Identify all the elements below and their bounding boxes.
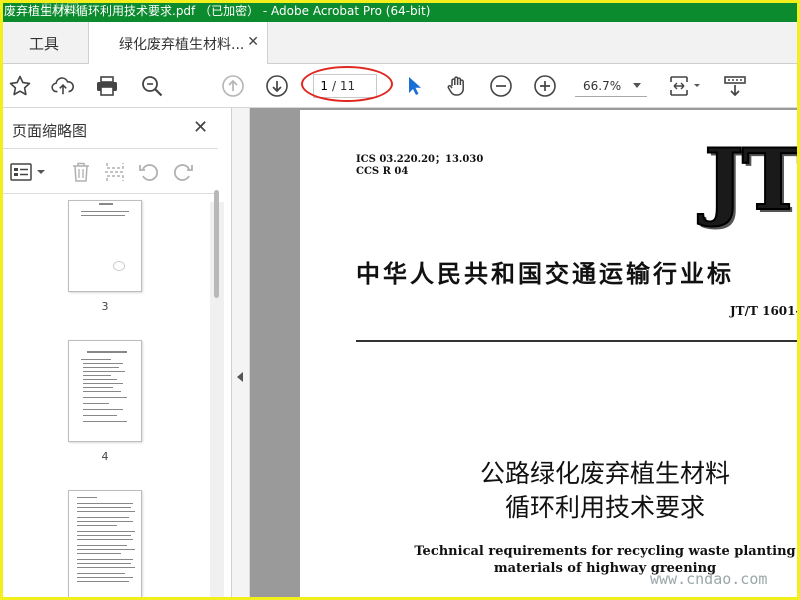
close-panel-icon[interactable]: ✕ (193, 117, 208, 138)
thumbnails-panel: 页面缩略图 ✕ 3 4 (0, 108, 232, 600)
standard-code: JT/T 1601- (730, 304, 800, 318)
zoom-in-icon[interactable] (533, 74, 557, 98)
tab-tools[interactable]: 工具 (0, 22, 88, 64)
fit-page-icon[interactable] (668, 74, 704, 98)
red-annotation-circle (301, 66, 393, 102)
scrollbar-thumb[interactable] (214, 190, 219, 298)
cloud-upload-icon[interactable] (51, 74, 75, 98)
print-icon[interactable] (95, 74, 119, 98)
chevron-down-icon (633, 83, 641, 88)
pdf-page[interactable]: ICS 03.220.20；13.030 CCS R 04 JT 中华人民共和国… (300, 110, 800, 600)
ics-code: ICS 03.220.20；13.030 (356, 154, 484, 165)
rotate-right-icon[interactable] (172, 161, 194, 183)
select-cursor-icon[interactable] (402, 74, 426, 98)
jt-logo: JT (703, 130, 800, 229)
tab-bar: 工具 绿化废弃植生材料... ✕ (0, 22, 800, 65)
zoom-search-icon[interactable] (140, 74, 164, 98)
document-title-line2: 循环利用技术要求 (504, 493, 705, 522)
star-icon[interactable] (8, 74, 32, 98)
previous-page-icon[interactable] (221, 74, 245, 98)
thumbnail-label: 3 (101, 300, 109, 313)
page-thumbnail[interactable] (68, 490, 142, 600)
window-title-bar: 废弃植生材料循环利用技术要求.pdf （已加密） - Adobe Acrobat… (0, 0, 800, 22)
panel-title: 页面缩略图 (12, 122, 88, 140)
page-thumbnail[interactable] (68, 340, 142, 442)
watermark-top-left: 自林网 (40, 2, 80, 17)
tab-document-label: 绿化废弃植生材料... (119, 36, 245, 53)
zoom-level-select[interactable]: 66.7% (575, 75, 647, 97)
thumbnail-list: 3 4 (0, 194, 210, 600)
next-page-icon[interactable] (265, 74, 289, 98)
chevron-left-icon (237, 372, 243, 382)
english-title-line1: Technical requirements for recycling was… (414, 544, 796, 559)
page-thumbnail[interactable] (68, 200, 142, 292)
rotate-left-icon[interactable] (138, 161, 160, 183)
zoom-out-icon[interactable] (489, 74, 513, 98)
issuing-authority: 中华人民共和国交通运输行业标 (356, 259, 734, 288)
zoom-level-value: 66.7% (583, 78, 622, 93)
watermark-bottom-right: www.cndao.com (650, 570, 768, 588)
header-rule (356, 340, 800, 342)
close-tab-icon[interactable]: ✕ (247, 34, 259, 50)
tab-document[interactable]: 绿化废弃植生材料... ✕ (88, 22, 268, 65)
read-mode-icon[interactable] (723, 74, 747, 98)
hand-tool-icon[interactable] (445, 74, 469, 98)
thumbnail-label: 4 (101, 450, 109, 463)
extract-page-icon[interactable] (104, 161, 126, 183)
panel-collapse-handle[interactable] (232, 108, 250, 600)
thumbnail-options-icon[interactable] (10, 161, 50, 183)
document-title-line1: 公路绿化废弃植生材料 (479, 459, 730, 488)
panel-toolbar (0, 148, 218, 194)
delete-page-icon[interactable] (70, 161, 92, 183)
ccs-code: CCS R 04 (356, 166, 409, 177)
